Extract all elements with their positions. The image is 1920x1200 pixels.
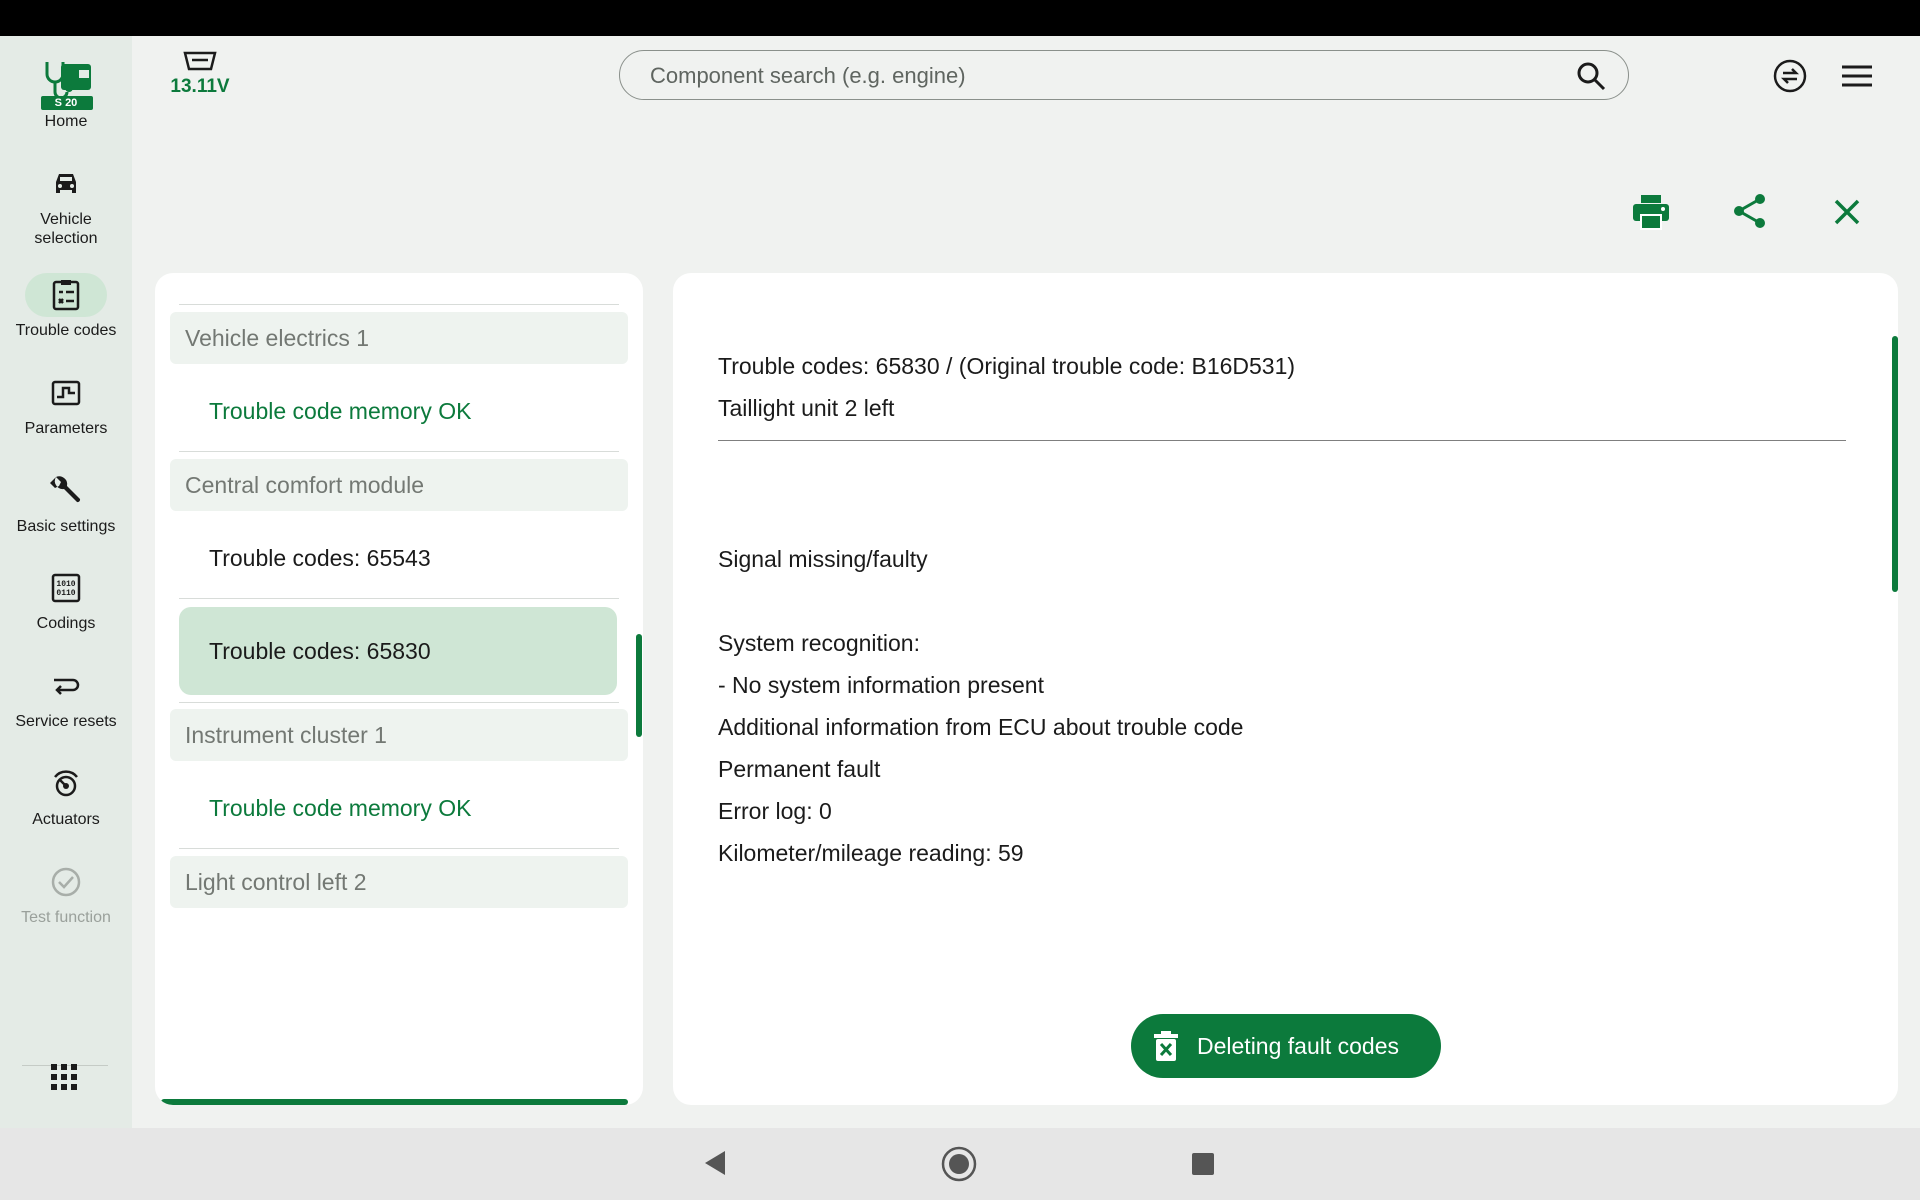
- menu-icon[interactable]: [1840, 62, 1874, 90]
- back-icon[interactable]: [703, 1150, 727, 1176]
- ecu-header-central-comfort-module[interactable]: Central comfort module: [170, 459, 628, 511]
- component-search[interactable]: [619, 50, 1629, 100]
- list-separator: [179, 598, 619, 599]
- horizontal-scroll-track[interactable]: [161, 1099, 628, 1105]
- sidebar-item-home[interactable]: S 20 Home: [0, 58, 132, 131]
- parameters-icon: [51, 380, 81, 406]
- sidebar-item-label: Codings: [36, 615, 96, 632]
- sidebar-item-label: Test function: [21, 909, 111, 926]
- system-navigation-bar: [0, 1128, 1920, 1200]
- sidebar-item-vehicle-selection[interactable]: Vehicle selection: [0, 162, 132, 248]
- wrench-icon: [50, 476, 81, 503]
- delete-button-label: Deleting fault codes: [1197, 1033, 1400, 1059]
- list-item-trouble-code-selected[interactable]: Trouble codes: 65830: [179, 607, 617, 695]
- binary-code-icon: 10100110: [51, 573, 81, 603]
- sidebar-item-trouble-codes[interactable]: Trouble codes: [0, 273, 132, 340]
- ecu-list-panel: Vehicle electrics 1 Trouble code memory …: [155, 273, 643, 1105]
- detail-divider: [718, 440, 1846, 441]
- sidebar-item-label: Vehicle selection: [34, 211, 98, 247]
- sidebar-item-codings[interactable]: 1010 0110 Codings: [0, 566, 132, 633]
- list-item-status-ok[interactable]: Trouble code memory OK: [209, 795, 471, 822]
- trouble-code-detail-panel: Trouble codes: 65830 / (Original trouble…: [673, 273, 1898, 1105]
- battery-voltage: 13.11V: [160, 50, 240, 98]
- detail-scrollbar[interactable]: [1892, 336, 1898, 592]
- detail-title: Trouble codes: 65830 / (Original trouble…: [718, 353, 1296, 379]
- home-device-icon: S 20: [39, 58, 93, 112]
- list-separator: [179, 451, 619, 452]
- detail-line: Permanent fault: [718, 756, 881, 782]
- list-separator: [179, 848, 619, 849]
- delete-trash-icon: [1154, 1031, 1178, 1061]
- sync-icon[interactable]: [1772, 58, 1808, 94]
- obd-connector-icon: [183, 51, 217, 71]
- list-item-trouble-code[interactable]: Trouble codes: 65543: [209, 545, 431, 572]
- sidebar-item-actuators[interactable]: Actuators: [0, 762, 132, 829]
- sidebar-item-label: Basic settings: [16, 518, 116, 535]
- svg-text:0110: 0110: [56, 589, 75, 598]
- sidebar-item-basic-settings[interactable]: Basic settings: [0, 469, 132, 536]
- list-item-status-ok[interactable]: Trouble code memory OK: [209, 398, 471, 425]
- svg-text:1010: 1010: [56, 580, 75, 589]
- actuator-icon: [54, 770, 78, 797]
- delete-fault-codes-button[interactable]: Deleting fault codes: [1131, 1014, 1441, 1078]
- sidebar-item-label: Trouble codes: [15, 322, 117, 339]
- sidebar-nav: S 20 Home Vehicle selection Trouble code…: [0, 36, 132, 1128]
- apps-grid-button[interactable]: [50, 1063, 82, 1095]
- list-separator: [179, 702, 619, 703]
- car-icon: [56, 174, 76, 193]
- sidebar-item-parameters[interactable]: Parameters: [0, 371, 132, 438]
- detail-component: Taillight unit 2 left: [718, 395, 895, 421]
- search-input[interactable]: [648, 61, 1552, 91]
- system-status-bar: [0, 0, 1920, 36]
- sidebar-item-label: Parameters: [24, 420, 108, 437]
- share-icon[interactable]: [1732, 192, 1768, 230]
- detail-line: Additional information from ECU about tr…: [718, 714, 1244, 740]
- device-model-label: S 20: [54, 97, 78, 109]
- detail-line: System recognition:: [718, 630, 920, 656]
- clipboard-icon: [52, 280, 80, 311]
- detail-line: Kilometer/mileage reading: 59: [718, 840, 1024, 866]
- voltage-value: 13.11V: [170, 76, 230, 97]
- sidebar-item-label: Actuators: [32, 811, 100, 828]
- close-icon[interactable]: [1833, 198, 1861, 226]
- ecu-header-light-control-left-2[interactable]: Light control left 2: [170, 856, 628, 908]
- home-circle-icon[interactable]: [941, 1146, 977, 1182]
- return-arrow-icon: [54, 678, 80, 695]
- list-separator: [179, 304, 619, 305]
- sidebar-item-label: Home: [44, 113, 88, 130]
- ecu-header-vehicle-electrics-1[interactable]: Vehicle electrics 1: [170, 312, 628, 364]
- apps-grid-icon: [51, 1064, 77, 1090]
- list-scrollbar[interactable]: [636, 634, 642, 737]
- recents-icon[interactable]: [1191, 1152, 1215, 1176]
- print-icon[interactable]: [1632, 194, 1670, 230]
- detail-line: Error log: 0: [718, 798, 832, 824]
- sidebar-item-service-resets[interactable]: Service resets: [0, 664, 132, 731]
- list-item-label: Trouble codes: 65830: [209, 638, 431, 664]
- detail-description: Signal missing/faulty: [718, 546, 928, 572]
- check-circle-icon: [51, 867, 81, 897]
- sidebar-item-test-function[interactable]: Test function: [0, 860, 132, 927]
- detail-line: - No system information present: [718, 672, 1044, 698]
- sidebar-item-label: Service resets: [15, 713, 117, 730]
- search-icon[interactable]: [1576, 61, 1606, 91]
- ecu-header-instrument-cluster-1[interactable]: Instrument cluster 1: [170, 709, 628, 761]
